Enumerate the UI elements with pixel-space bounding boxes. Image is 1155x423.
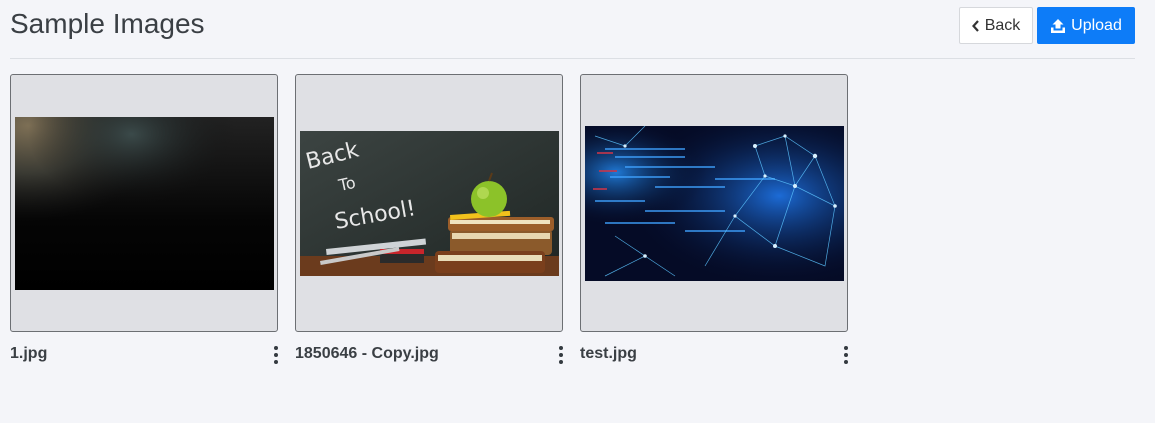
image-name: 1850646 - Copy.jpg xyxy=(295,345,439,362)
kebab-menu-icon[interactable] xyxy=(556,346,566,364)
page-title: Sample Images xyxy=(10,8,205,39)
back-button[interactable]: Back xyxy=(959,7,1033,44)
upload-button[interactable]: Upload xyxy=(1037,7,1135,44)
image-card[interactable] xyxy=(10,74,278,332)
image-card[interactable] xyxy=(580,74,848,332)
page-header: Sample Images Back Upload xyxy=(10,0,1135,59)
chevron-left-icon xyxy=(971,19,979,32)
upload-button-label: Upload xyxy=(1071,16,1122,34)
image-name: test.jpg xyxy=(580,345,637,362)
kebab-menu-icon[interactable] xyxy=(841,346,851,364)
image-thumbnail[interactable]: Back To School! xyxy=(300,131,559,276)
image-name: 1.jpg xyxy=(10,345,48,362)
upload-icon xyxy=(1051,18,1066,33)
image-thumbnail[interactable] xyxy=(15,117,274,290)
image-thumbnail[interactable] xyxy=(585,126,844,281)
kebab-menu-icon[interactable] xyxy=(271,346,281,364)
image-card[interactable]: Back To School! xyxy=(295,74,563,332)
back-button-label: Back xyxy=(984,16,1021,34)
